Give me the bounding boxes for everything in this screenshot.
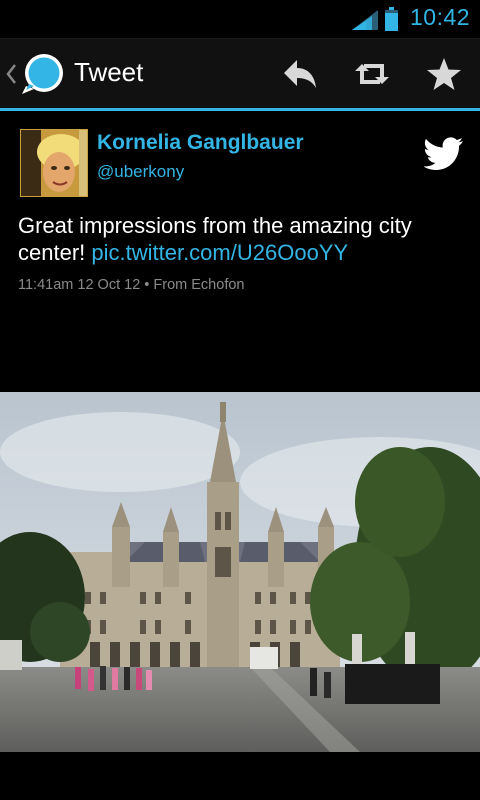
page-title: Tweet bbox=[74, 57, 144, 87]
author-name[interactable]: Kornelia Ganglbauer bbox=[97, 131, 304, 155]
signal-icon bbox=[352, 10, 378, 30]
town-hall-image bbox=[0, 392, 480, 752]
bottom-area bbox=[0, 752, 480, 800]
star-icon bbox=[427, 57, 461, 90]
meta-separator: • bbox=[144, 277, 150, 293]
retweet-button[interactable] bbox=[336, 39, 408, 108]
avatar[interactable] bbox=[20, 129, 88, 197]
tweet-link[interactable]: pic.twitter.com/U26OooYY bbox=[91, 240, 348, 265]
reply-icon bbox=[284, 59, 316, 88]
status-clock: 10:42 bbox=[410, 4, 471, 30]
action-bar: Tweet bbox=[0, 39, 480, 111]
speech-bubble-logo-icon[interactable] bbox=[20, 53, 66, 95]
tweet-time: 11:41am 12 Oct 12 bbox=[18, 277, 141, 293]
author-handle[interactable]: @uberkony bbox=[97, 162, 184, 182]
battery-icon bbox=[385, 7, 398, 31]
tweet-meta: 11:41am 12 Oct 12 • From Echofon bbox=[18, 277, 244, 293]
tweet-source: From Echofon bbox=[153, 277, 245, 293]
retweet-icon bbox=[355, 63, 389, 84]
twitter-bird-icon bbox=[424, 137, 463, 170]
avatar-photo bbox=[21, 130, 87, 196]
tweet-text: Great impressions from the amazing city … bbox=[18, 212, 468, 266]
status-bar: 10:42 bbox=[0, 0, 480, 39]
chevron-left-icon[interactable] bbox=[5, 63, 17, 85]
favorite-button[interactable] bbox=[408, 39, 480, 108]
reply-button[interactable] bbox=[264, 39, 336, 108]
tweet-photo[interactable] bbox=[0, 392, 480, 752]
